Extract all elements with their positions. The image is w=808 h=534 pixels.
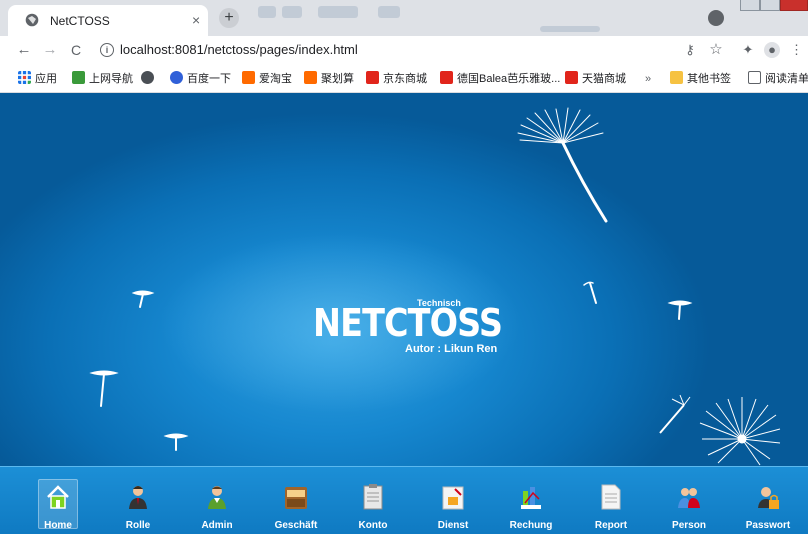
juhuasuan-icon: [304, 71, 317, 84]
apps-grid-icon: [18, 71, 31, 84]
blurred-tab: [282, 6, 302, 18]
tab-strip: NetCTOSS × +: [0, 0, 808, 36]
home-icon: [47, 485, 69, 509]
nav-label: Report: [594, 520, 628, 531]
new-tab-button[interactable]: +: [219, 8, 239, 28]
bookmark-item[interactable]: 上网导航: [72, 71, 133, 87]
bookmark-label: 阅读清单: [765, 73, 808, 85]
info-icon[interactable]: i: [100, 43, 114, 57]
bookmarks-bar: 应用 上网导航 百度一下 爱淘宝 聚划算 京东商城 德国Balea芭乐雅玻...…: [0, 64, 808, 93]
nav-home[interactable]: Home: [23, 473, 93, 533]
bookmark-label: 应用: [35, 73, 57, 85]
bookmarks-overflow-button[interactable]: »: [645, 71, 651, 87]
bookmark-item[interactable]: 京东商城: [366, 71, 427, 87]
tmall-icon: [565, 71, 578, 84]
address-bar[interactable]: i localhost:8081/netctoss/pages/index.ht…: [92, 38, 684, 62]
tab-title: NetCTOSS: [50, 14, 110, 28]
menu-icon[interactable]: ⋮: [790, 42, 803, 58]
blurred-tab: [318, 6, 358, 18]
nav-icon: [72, 71, 85, 84]
bookmark-label: 天猫商城: [582, 73, 626, 85]
bookmark-other-folder[interactable]: 其他书签: [670, 71, 731, 87]
nav-konto[interactable]: Konto: [338, 473, 408, 533]
reading-list-icon: [748, 71, 761, 84]
bookmark-label: 聚划算: [321, 73, 354, 85]
browser-toolbar: ← → C i localhost:8081/netctoss/pages/in…: [0, 36, 808, 64]
bookmark-item[interactable]: 天猫商城: [565, 71, 626, 87]
bookmark-item[interactable]: 聚划算: [304, 71, 354, 87]
bookmark-item[interactable]: [141, 71, 158, 87]
bookmark-item[interactable]: 爱淘宝: [242, 71, 292, 87]
nav-report[interactable]: Report: [576, 473, 646, 533]
nav-rechung[interactable]: Rechung: [496, 473, 566, 533]
person-icon: [678, 488, 700, 508]
key-icon[interactable]: ⚷: [682, 42, 698, 58]
bookmark-item[interactable]: 百度一下: [170, 71, 231, 87]
bookmark-label: 京东商城: [383, 73, 427, 85]
password-icon: [758, 487, 779, 509]
forward-icon[interactable]: →: [40, 40, 60, 60]
admin-icon: [208, 486, 226, 509]
url-text: localhost:8081/netctoss/pages/index.html: [120, 42, 358, 57]
shop-icon: [440, 71, 453, 84]
globe-icon: [141, 71, 154, 84]
blurred-tab: [540, 26, 600, 32]
profile-icon[interactable]: ●: [764, 42, 780, 58]
baidu-icon: [170, 71, 183, 84]
tab-close-button[interactable]: ×: [192, 12, 200, 28]
account-icon: [363, 484, 383, 510]
logo-subtitle: Technisch: [417, 298, 461, 308]
nav-label: Person: [672, 520, 706, 531]
nav-admin[interactable]: Admin: [182, 473, 252, 533]
bill-icon: [521, 487, 541, 509]
nav-person[interactable]: Person: [654, 473, 724, 533]
business-icon: [285, 487, 307, 509]
maximize-button[interactable]: [760, 0, 780, 11]
folder-icon: [670, 71, 683, 84]
bookmark-label: 爱淘宝: [259, 73, 292, 85]
nav-label: Geschäft: [274, 520, 318, 531]
jd-icon: [366, 71, 379, 84]
bookmark-label: 德国Balea芭乐雅玻...: [457, 73, 561, 85]
netctoss-logo: NETCTOSS Technisch Autor : Likun Ren: [313, 298, 503, 361]
close-window-button[interactable]: [780, 0, 808, 11]
service-icon: [442, 486, 464, 510]
bookmark-item[interactable]: 德国Balea芭乐雅玻...: [440, 71, 560, 87]
bookmark-label: 上网导航: [89, 73, 133, 85]
nav-passwort[interactable]: Passwort: [733, 473, 803, 533]
bookmark-label: 其他书签: [687, 73, 731, 85]
logo-text: NETCTOSS: [313, 301, 503, 345]
bookmark-apps[interactable]: 应用: [18, 71, 57, 87]
bookmark-label: 百度一下: [187, 73, 231, 85]
nav-dienst[interactable]: Dienst: [418, 473, 488, 533]
nav-label: Passwort: [745, 520, 791, 531]
reload-icon[interactable]: C: [66, 40, 86, 60]
star-icon[interactable]: ☆: [708, 42, 724, 58]
reading-list-button[interactable]: 阅读清单: [748, 71, 808, 87]
report-icon: [601, 484, 621, 510]
nav-label: Admin: [201, 520, 233, 531]
author-label: Autor : Likun Ren: [405, 343, 498, 355]
blurred-tab: [258, 6, 276, 18]
nav-label: Rechung: [509, 520, 553, 531]
nav-label: Rolle: [125, 520, 151, 531]
nav-label: Dienst: [437, 520, 469, 531]
bottom-navigation-dock: Home Rolle Admin Geschäft Konto Dienst R…: [0, 466, 808, 534]
blurred-tab: [378, 6, 400, 18]
nav-geschaeft[interactable]: Geschäft: [261, 473, 331, 533]
globe-icon: [25, 13, 39, 27]
tab-search-icon[interactable]: [708, 10, 724, 26]
role-icon: [129, 486, 147, 509]
minimize-button[interactable]: [740, 0, 760, 11]
nav-label: Konto: [358, 520, 388, 531]
back-icon[interactable]: ←: [14, 40, 34, 60]
browser-tab[interactable]: NetCTOSS ×: [8, 5, 208, 36]
nav-rolle[interactable]: Rolle: [103, 473, 173, 533]
extensions-icon[interactable]: ✦: [740, 42, 756, 58]
taobao-icon: [242, 71, 255, 84]
nav-label: Home: [44, 520, 72, 531]
